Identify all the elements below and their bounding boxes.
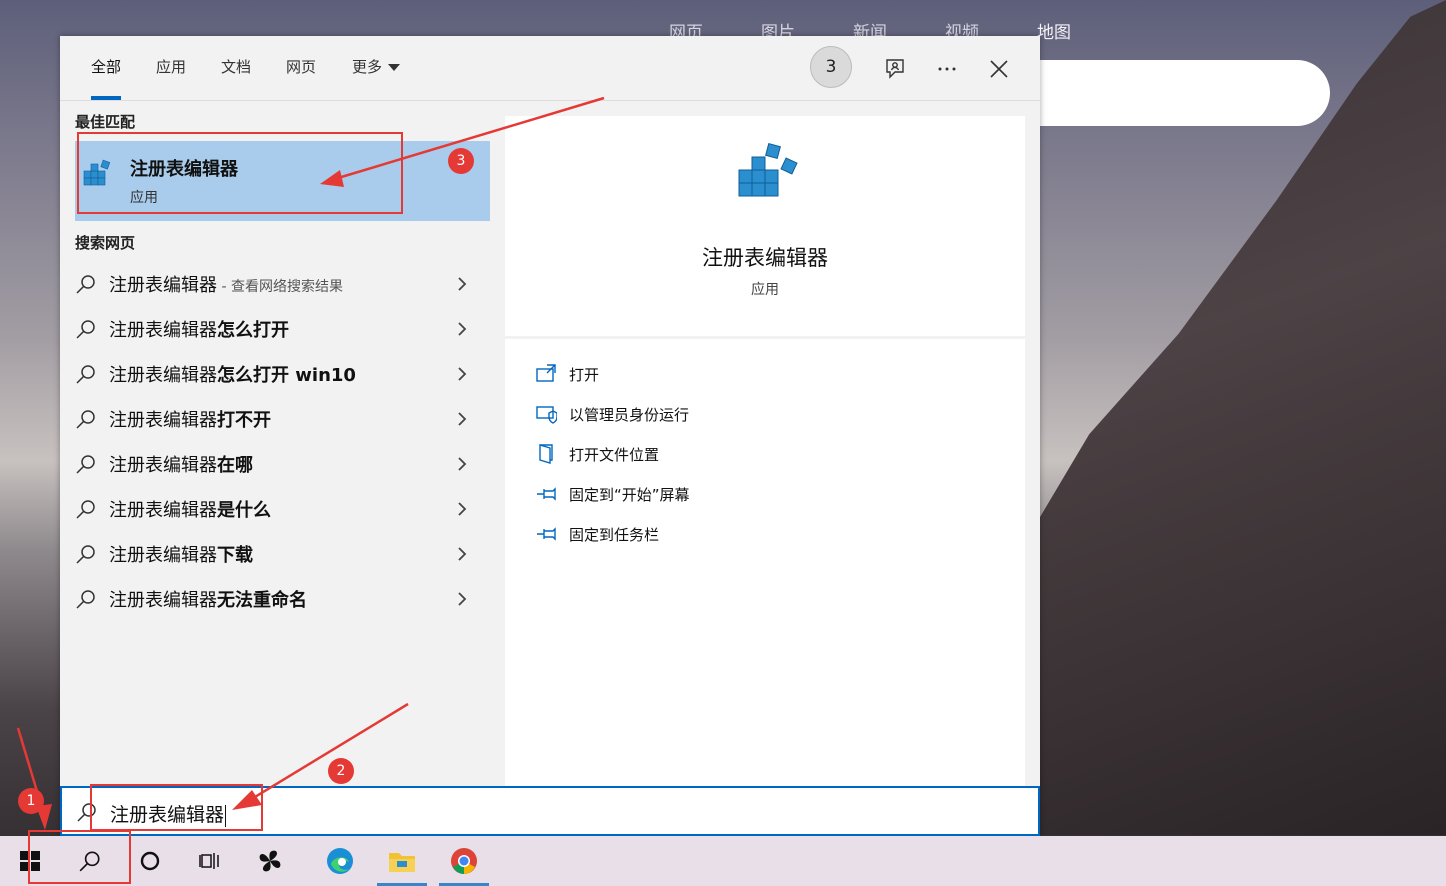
chevron-right-icon	[458, 547, 467, 561]
chevron-right-icon	[458, 412, 467, 426]
annotation-step-2: 2	[328, 758, 354, 784]
web-result-text: 注册表编辑器是什么	[109, 500, 271, 521]
action-label: 固定到任务栏	[569, 525, 660, 544]
web-result-text: 注册表编辑器下载	[109, 545, 253, 566]
registry-editor-large-icon	[733, 140, 803, 214]
pinwheel-app-icon	[259, 850, 281, 872]
taskbar-app-pinwheel[interactable]	[240, 836, 300, 886]
chevron-right-icon	[458, 277, 467, 291]
web-search-title: 搜索网页	[75, 234, 136, 252]
action-open[interactable]: 打开	[535, 360, 599, 388]
best-match-title: 最佳匹配	[75, 113, 136, 131]
web-result-text: 注册表编辑器怎么打开	[109, 320, 289, 341]
web-result-text: 注册表编辑器打不开	[109, 410, 271, 431]
action-run-as-admin[interactable]: 以管理员身份运行	[535, 400, 689, 428]
web-result-row[interactable]: 注册表编辑器是什么	[75, 487, 490, 531]
action-open-file-location[interactable]: 打开文件位置	[535, 440, 659, 468]
search-icon	[76, 590, 95, 609]
detail-actions: 打开 以管理员身份运行 打开文件位置 固定到“开始”屏幕 固定到任务栏	[505, 339, 1025, 786]
web-result-row[interactable]: 注册表编辑器 - 查看网络搜索结果	[75, 262, 490, 306]
taskbar-app-edge[interactable]	[310, 836, 370, 886]
browser-search-box[interactable]	[1010, 60, 1330, 126]
tab-all[interactable]: 全部	[91, 56, 122, 100]
folder-icon	[389, 853, 415, 872]
detail-app-type: 应用	[751, 282, 779, 298]
action-label: 固定到“开始”屏幕	[569, 485, 690, 504]
taskbar	[0, 836, 1446, 886]
chevron-right-icon	[458, 502, 467, 516]
task-view-icon	[199, 853, 219, 869]
tab-web[interactable]: 网页	[286, 56, 316, 100]
pin-icon	[537, 527, 556, 541]
action-label: 打开文件位置	[569, 445, 660, 464]
cortana-circle-icon	[140, 851, 160, 871]
search-icon	[76, 455, 95, 474]
task-view-button[interactable]	[180, 836, 240, 886]
web-result-row[interactable]: 注册表编辑器怎么打开	[75, 307, 490, 351]
web-result-text: 注册表编辑器在哪	[109, 455, 253, 476]
edge-browser-icon	[327, 848, 353, 874]
detail-app-name: 注册表编辑器	[702, 246, 828, 270]
search-topbar: 全部 应用 文档 网页 更多 3	[60, 36, 1040, 101]
tab-documents[interactable]: 文档	[221, 56, 251, 100]
tab-more-label: 更多	[352, 58, 383, 76]
shield-admin-icon	[536, 406, 557, 424]
search-icon	[76, 410, 95, 429]
search-icon	[76, 365, 95, 384]
pin-icon	[537, 487, 556, 501]
search-icon	[76, 320, 95, 339]
open-icon	[536, 364, 556, 382]
chevron-right-icon	[458, 367, 467, 381]
action-label: 打开	[569, 365, 600, 384]
more-options-icon[interactable]	[932, 54, 962, 84]
chevron-right-icon	[458, 322, 467, 336]
taskbar-app-file-explorer[interactable]	[372, 836, 432, 886]
action-label: 以管理员身份运行	[569, 405, 690, 424]
web-result-text: 注册表编辑器 - 查看网络搜索结果	[109, 275, 343, 296]
tab-more[interactable]: 更多	[352, 56, 401, 100]
web-result-row[interactable]: 注册表编辑器打不开	[75, 397, 490, 441]
feedback-icon[interactable]	[880, 54, 910, 84]
web-result-row[interactable]: 注册表编辑器在哪	[75, 442, 490, 486]
rewards-count-badge[interactable]: 3	[810, 46, 852, 88]
detail-header: 注册表编辑器 应用	[505, 116, 1025, 336]
chevron-right-icon	[458, 592, 467, 606]
annotation-box-query	[90, 784, 263, 831]
close-icon[interactable]	[984, 54, 1014, 84]
action-pin-to-taskbar[interactable]: 固定到任务栏	[535, 520, 659, 548]
web-result-text: 注册表编辑器怎么打开 win10	[109, 365, 356, 386]
web-result-text: 注册表编辑器无法重命名	[109, 590, 307, 611]
web-result-row[interactable]: 注册表编辑器下载	[75, 532, 490, 576]
chevron-right-icon	[458, 457, 467, 471]
chrome-browser-icon	[451, 848, 477, 874]
chevron-down-icon	[388, 64, 401, 71]
annotation-step-3: 3	[448, 148, 474, 174]
search-icon	[76, 545, 95, 564]
annotation-box-best-match	[77, 132, 403, 214]
tab-apps[interactable]: 应用	[156, 56, 186, 100]
annotation-box-taskbar-search	[28, 830, 131, 884]
web-result-row[interactable]: 注册表编辑器怎么打开 win10	[75, 352, 490, 396]
taskbar-app-chrome[interactable]	[434, 836, 494, 886]
web-result-row[interactable]: 注册表编辑器无法重命名	[75, 577, 490, 621]
file-location-icon	[539, 444, 553, 464]
search-icon	[76, 500, 95, 519]
annotation-step-1: 1	[18, 788, 44, 814]
search-icon	[76, 275, 95, 294]
action-pin-to-start[interactable]: 固定到“开始”屏幕	[535, 480, 690, 508]
